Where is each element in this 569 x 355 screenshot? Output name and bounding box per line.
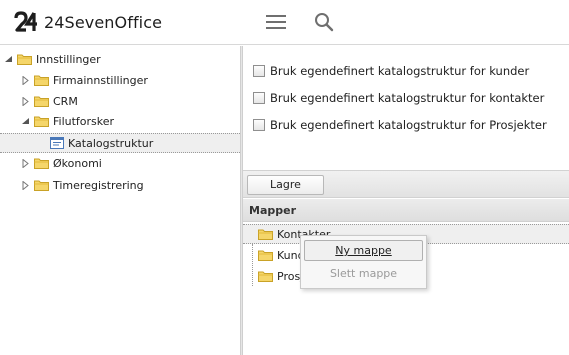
folder-icon xyxy=(34,96,49,107)
tree-item-label: Filutforsker xyxy=(53,114,115,128)
folder-icon xyxy=(34,116,49,127)
option-label: Bruk egendefinert katalogstruktur for ko… xyxy=(270,91,545,105)
tree-item-label: Innstillinger xyxy=(36,52,101,66)
tree-item-katalogstruktur[interactable]: Katalogstruktur xyxy=(50,133,153,153)
tree-item-filutforsker[interactable]: Filutforsker xyxy=(21,111,114,131)
catalog-settings-panel: Bruk egendefinert katalogstruktur for ku… xyxy=(243,46,569,355)
expand-arrow-icon[interactable] xyxy=(21,75,30,85)
hamburger-icon[interactable] xyxy=(266,15,286,30)
tree-item-firmainnstillinger[interactable]: Firmainnstillinger xyxy=(21,70,148,90)
folder-icon xyxy=(34,158,49,169)
app-name: 24SevenOffice xyxy=(44,12,163,32)
collapse-arrow-icon[interactable] xyxy=(21,117,30,126)
option-label: Bruk egendefinert katalogstruktur for ku… xyxy=(270,64,530,78)
expand-arrow-icon[interactable] xyxy=(21,158,30,168)
save-button[interactable]: Lagre xyxy=(247,175,324,195)
tree-item-crm[interactable]: CRM xyxy=(21,91,78,111)
folder-context-menu: Ny mappe Slett mappe xyxy=(300,235,427,289)
app-header: 24SevenOffice xyxy=(0,0,569,45)
list-settings-icon xyxy=(50,137,64,149)
expand-arrow-icon[interactable] xyxy=(21,96,30,106)
tree-item-label: Katalogstruktur xyxy=(68,136,154,150)
option-prosjekter: Bruk egendefinert katalogstruktur for Pr… xyxy=(253,118,547,132)
folder-icon xyxy=(34,180,49,191)
option-label: Bruk egendefinert katalogstruktur for Pr… xyxy=(270,118,547,132)
logo-icon xyxy=(14,11,37,32)
checkbox-kontakter[interactable] xyxy=(253,92,265,104)
tree-item-innstillinger[interactable]: Innstillinger xyxy=(4,49,101,69)
menu-item-delete-folder: Slett mappe xyxy=(329,267,398,280)
tree-item-label: Timeregistrering xyxy=(53,178,144,192)
collapse-arrow-icon[interactable] xyxy=(4,55,13,64)
expand-arrow-icon[interactable] xyxy=(21,180,30,190)
folders-header: Mapper xyxy=(243,199,569,222)
logo[interactable]: 24SevenOffice xyxy=(14,11,162,33)
folder-icon xyxy=(17,54,32,65)
search-icon[interactable] xyxy=(314,12,334,32)
folder-icon xyxy=(258,229,273,240)
tree-item-okonomi[interactable]: Økonomi xyxy=(21,153,102,173)
folder-icon xyxy=(34,75,49,86)
save-toolbar: Lagre xyxy=(243,170,569,198)
folder-icon xyxy=(258,271,273,282)
option-kunder: Bruk egendefinert katalogstruktur for ku… xyxy=(253,64,529,78)
tree-item-timeregistrering[interactable]: Timeregistrering xyxy=(21,175,144,195)
checkbox-prosjekter[interactable] xyxy=(253,119,265,131)
menu-item-new-folder[interactable]: Ny mappe xyxy=(304,240,423,261)
settings-tree: Innstillinger Firmainnstillinger CRM Fil… xyxy=(0,46,240,355)
tree-connector xyxy=(252,244,253,286)
tree-item-label: CRM xyxy=(53,94,78,108)
option-kontakter: Bruk egendefinert katalogstruktur for ko… xyxy=(253,91,544,105)
tree-item-label: Firmainnstillinger xyxy=(53,73,148,87)
folder-icon xyxy=(258,250,273,261)
tree-item-label: Økonomi xyxy=(53,156,102,170)
checkbox-kunder[interactable] xyxy=(253,65,265,77)
